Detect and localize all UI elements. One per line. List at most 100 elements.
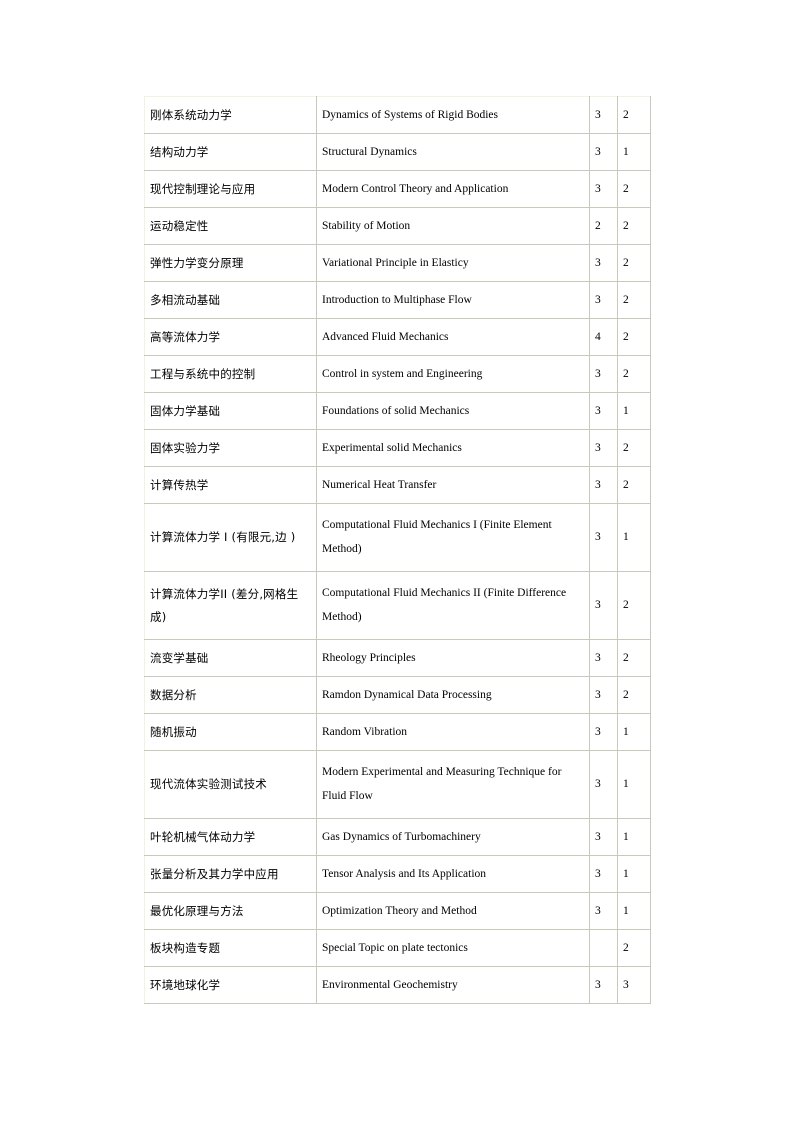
course-term: 2	[617, 676, 651, 714]
table-row: 环境地球化学 Environmental Geochemistry 3 3	[144, 966, 651, 1004]
table-row: 运动稳定性 Stability of Motion 2 2	[144, 207, 651, 245]
course-credits: 3	[589, 429, 618, 467]
course-name-cn: 固体力学基础	[144, 392, 317, 430]
course-name-cn: 结构动力学	[144, 133, 317, 171]
course-name-cn: 板块构造专题	[144, 929, 317, 967]
course-credits: 3	[589, 96, 618, 134]
course-term: 2	[617, 318, 651, 356]
table-row: 固体力学基础 Foundations of solid Mechanics 3 1	[144, 392, 651, 430]
table-row: 工程与系统中的控制 Control in system and Engineeri…	[144, 355, 651, 393]
course-name-en: Computational Fluid Mechanics I (Finite …	[316, 503, 590, 572]
course-name-en-lines: Computational Fluid Mechanics I (Finite …	[322, 514, 584, 561]
document-page: 刚体系统动力学 Dynamics of Systems of Rigid Bodi…	[0, 0, 794, 1123]
course-term: 2	[617, 466, 651, 504]
table-row: 叶轮机械气体动力学 Gas Dynamics of Turbomachinery 3…	[144, 818, 651, 856]
course-term: 1	[617, 750, 651, 819]
course-name-en: Modern Experimental and Measuring Techni…	[316, 750, 590, 819]
table-row: 结构动力学 Structural Dynamics 3 1	[144, 133, 651, 171]
course-name-en: Environmental Geochemistry	[316, 966, 590, 1004]
course-name-en: Foundations of solid Mechanics	[316, 392, 590, 430]
course-credits: 3	[589, 750, 618, 819]
course-name-en-line-2: Method)	[322, 610, 362, 623]
course-credits: 3	[589, 133, 618, 171]
course-name-en: Introduction to Multiphase Flow	[316, 281, 590, 319]
course-name-en-line-2: Fluid Flow	[322, 789, 373, 802]
course-credits	[589, 929, 618, 967]
course-name-en-lines: Modern Experimental and Measuring Techni…	[322, 761, 584, 808]
course-name-en: Advanced Fluid Mechanics	[316, 318, 590, 356]
table-row: 固体实验力学 Experimental solid Mechanics 3 2	[144, 429, 651, 467]
course-name-cn: 高等流体力学	[144, 318, 317, 356]
table-row: 随机振动 Random Vibration 3 1	[144, 713, 651, 751]
course-name-en-line-2: Method)	[322, 542, 362, 555]
course-credits: 3	[589, 170, 618, 208]
course-term: 1	[617, 818, 651, 856]
course-name-cn: 叶轮机械气体动力学	[144, 818, 317, 856]
course-term: 1	[617, 892, 651, 930]
table-row: 板块构造专题 Special Topic on plate tectonics 2	[144, 929, 651, 967]
course-table-container: 刚体系统动力学 Dynamics of Systems of Rigid Bodi…	[144, 96, 651, 1004]
course-term: 2	[617, 281, 651, 319]
course-credits: 3	[589, 676, 618, 714]
course-name-cn: 现代流体实验测试技术	[144, 750, 317, 819]
course-name-en: Experimental solid Mechanics	[316, 429, 590, 467]
course-credits: 3	[589, 855, 618, 893]
course-credits: 3	[589, 244, 618, 282]
course-term: 2	[617, 96, 651, 134]
table-row: 流变学基础 Rheology Principles 3 2	[144, 639, 651, 677]
course-name-en: Random Vibration	[316, 713, 590, 751]
course-credits: 4	[589, 318, 618, 356]
course-name-en-line-1: Modern Experimental and Measuring Techni…	[322, 765, 562, 778]
course-table-body: 刚体系统动力学 Dynamics of Systems of Rigid Bodi…	[144, 96, 651, 1004]
course-term: 2	[617, 639, 651, 677]
course-name-cn: 随机振动	[144, 713, 317, 751]
course-name-en-line-1: Computational Fluid Mechanics I (Finite …	[322, 518, 552, 531]
course-credits: 3	[589, 571, 618, 640]
course-name-en: Stability of Motion	[316, 207, 590, 245]
course-name-en: Computational Fluid Mechanics II (Finite…	[316, 571, 590, 640]
course-credits: 3	[589, 966, 618, 1004]
table-row: 弹性力学变分原理 Variational Principle in Elastic…	[144, 244, 651, 282]
table-row: 现代控制理论与应用 Modern Control Theory and Appli…	[144, 170, 651, 208]
course-term: 2	[617, 207, 651, 245]
course-term: 3	[617, 966, 651, 1004]
course-term: 2	[617, 429, 651, 467]
course-name-cn: 计算传热学	[144, 466, 317, 504]
course-credits: 3	[589, 503, 618, 572]
course-credits: 3	[589, 639, 618, 677]
course-credits: 3	[589, 713, 618, 751]
table-row: 高等流体力学 Advanced Fluid Mechanics 4 2	[144, 318, 651, 356]
course-term: 1	[617, 855, 651, 893]
course-name-en: Ramdon Dynamical Data Processing	[316, 676, 590, 714]
course-name-cn: 现代控制理论与应用	[144, 170, 317, 208]
course-name-en: Gas Dynamics of Turbomachinery	[316, 818, 590, 856]
course-name-en: Variational Principle in Elasticy	[316, 244, 590, 282]
course-credits: 3	[589, 818, 618, 856]
course-credits: 2	[589, 207, 618, 245]
course-name-cn: 多相流动基础	[144, 281, 317, 319]
course-credits: 3	[589, 892, 618, 930]
course-credits: 3	[589, 355, 618, 393]
course-name-en: Structural Dynamics	[316, 133, 590, 171]
table-row: 刚体系统动力学 Dynamics of Systems of Rigid Bodi…	[144, 96, 651, 134]
course-name-cn: 最优化原理与方法	[144, 892, 317, 930]
course-term: 2	[617, 929, 651, 967]
course-name-cn: 流变学基础	[144, 639, 317, 677]
course-name-cn: 固体实验力学	[144, 429, 317, 467]
course-name-en: Modern Control Theory and Application	[316, 170, 590, 208]
course-term: 1	[617, 503, 651, 572]
table-row: 最优化原理与方法 Optimization Theory and Method 3 1	[144, 892, 651, 930]
course-name-en: Numerical Heat Transfer	[316, 466, 590, 504]
course-credits: 3	[589, 392, 618, 430]
course-name-cn: 刚体系统动力学	[144, 96, 317, 134]
course-term: 1	[617, 713, 651, 751]
course-name-en: Rheology Principles	[316, 639, 590, 677]
course-name-en: Optimization Theory and Method	[316, 892, 590, 930]
course-name-cn: 数据分析	[144, 676, 317, 714]
course-term: 2	[617, 571, 651, 640]
course-name-en: Tensor Analysis and Its Application	[316, 855, 590, 893]
course-name-en-line-1: Computational Fluid Mechanics II (Finite…	[322, 586, 567, 599]
course-term: 2	[617, 170, 651, 208]
course-name-cn: 环境地球化学	[144, 966, 317, 1004]
course-name-en: Dynamics of Systems of Rigid Bodies	[316, 96, 590, 134]
